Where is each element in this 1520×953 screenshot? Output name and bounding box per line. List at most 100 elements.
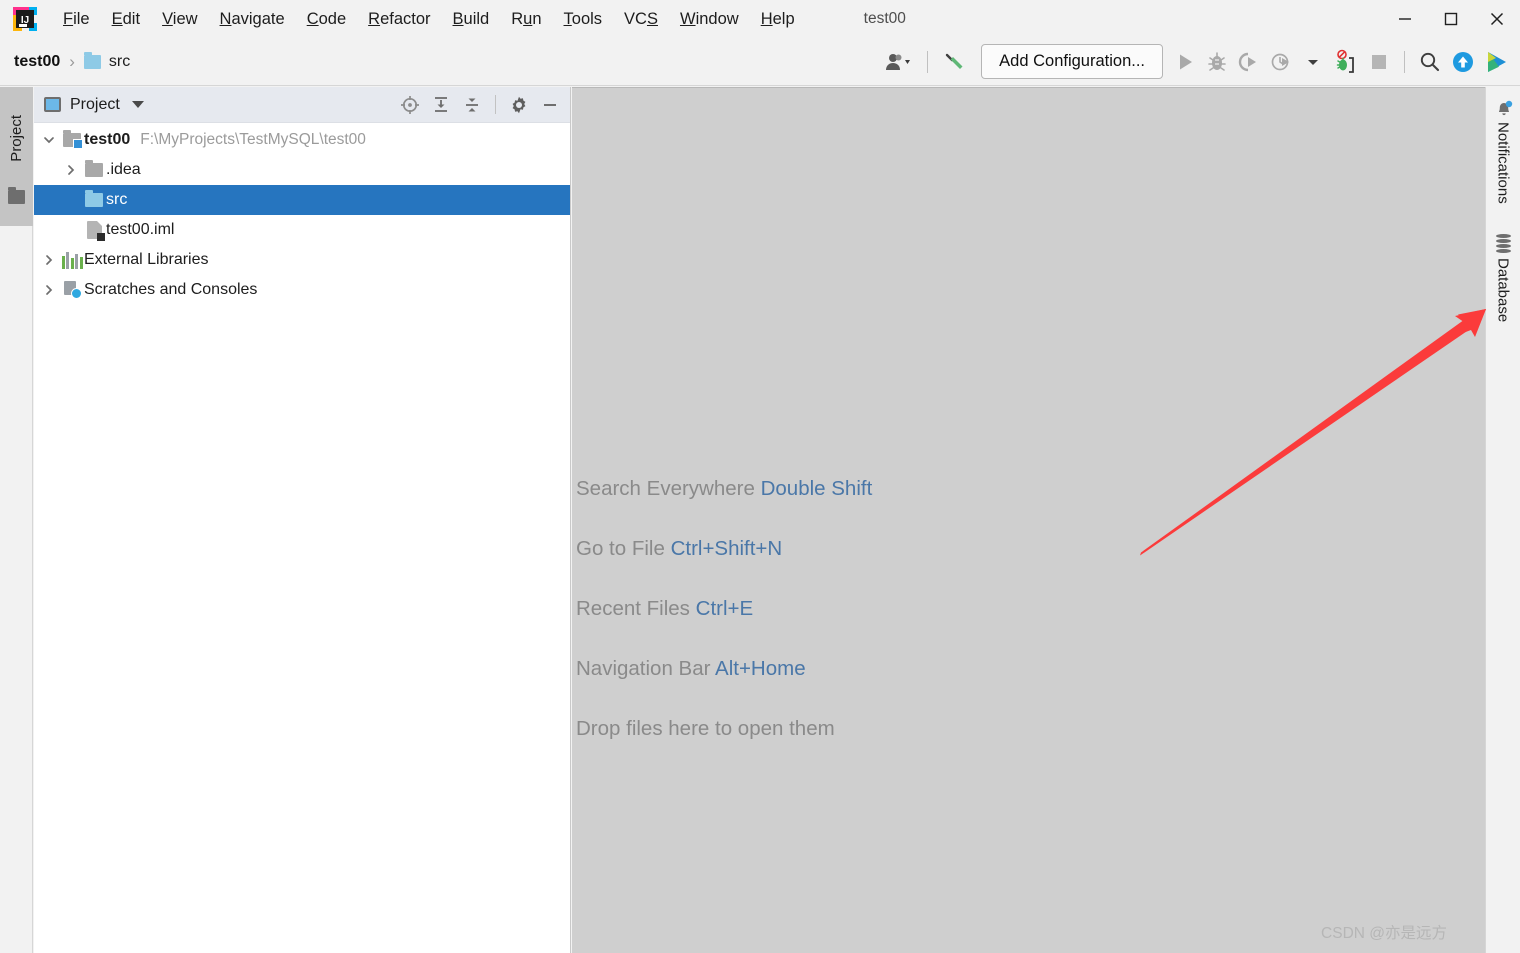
- sidebar-tab-folder[interactable]: [0, 188, 33, 226]
- breadcrumb-current[interactable]: src: [109, 53, 130, 71]
- select-opened-file-icon[interactable]: [396, 91, 424, 119]
- iml-file-icon: [82, 221, 106, 239]
- menu-help[interactable]: Help: [750, 7, 806, 31]
- folder-source-root-icon: [82, 193, 106, 207]
- sidebar-tab-project-label: Project: [8, 113, 25, 162]
- chevron-down-icon[interactable]: [38, 125, 60, 155]
- hide-panel-icon[interactable]: [536, 91, 564, 119]
- attach-debugger-icon[interactable]: [1329, 44, 1363, 80]
- add-configuration-button[interactable]: Add Configuration...: [981, 44, 1163, 79]
- hint-recent-files: Recent Files Ctrl+E: [576, 597, 1276, 621]
- hint-shortcut: Alt+Home: [715, 657, 806, 680]
- menu-build[interactable]: Build: [442, 7, 501, 31]
- sidebar-tab-notifications[interactable]: Notifications: [1486, 87, 1520, 204]
- toolbar-actions: Add Configuration...: [880, 38, 1520, 86]
- project-tool-window: Project: [34, 87, 571, 953]
- hint-text: Drop files here to open them: [576, 717, 835, 740]
- window-controls: [1382, 0, 1520, 38]
- window-title: test00: [864, 10, 906, 28]
- tree-label: Scratches and Consoles: [84, 281, 257, 299]
- tree-row-idea[interactable]: .idea: [34, 155, 570, 185]
- search-icon[interactable]: [1414, 44, 1446, 80]
- menu-edit[interactable]: Edit: [101, 7, 151, 31]
- tree-row-src[interactable]: src: [34, 185, 570, 215]
- database-icon: [1496, 234, 1511, 253]
- libraries-icon: [60, 252, 84, 269]
- tree-row-scratches-and-consoles[interactable]: Scratches and Consoles: [34, 275, 570, 305]
- ide-feature-icon[interactable]: [1480, 44, 1514, 80]
- sidebar-tab-database[interactable]: Database: [1486, 204, 1520, 322]
- menu-code[interactable]: Code: [296, 7, 357, 31]
- debug-icon[interactable]: [1201, 44, 1233, 80]
- hint-shortcut: Ctrl+Shift+N: [671, 537, 783, 560]
- chevron-down-icon[interactable]: [1297, 44, 1329, 80]
- module-folder-icon: [60, 133, 84, 147]
- menu-vcs[interactable]: VCS: [613, 7, 669, 31]
- tree-row-external-libraries[interactable]: External Libraries: [34, 245, 570, 275]
- navigation-toolbar: test00 › src Add Configurat: [0, 38, 1520, 86]
- breadcrumb-separator: ›: [69, 52, 75, 72]
- project-panel-actions: [396, 91, 564, 119]
- hint-drop-files: Drop files here to open them: [576, 717, 1276, 741]
- hint-text: Search Everywhere: [576, 477, 761, 500]
- right-tool-strip: Notifications Database: [1485, 87, 1520, 953]
- toolbar-divider-2: [1404, 51, 1405, 73]
- editor-hint-list: Search Everywhere Double Shift Go to Fil…: [576, 477, 1276, 741]
- tree-label: External Libraries: [84, 251, 209, 269]
- project-panel-title: Project: [70, 96, 120, 114]
- panel-action-divider: [495, 95, 496, 114]
- tree-label: src: [106, 191, 127, 209]
- bell-icon: [1495, 99, 1512, 117]
- menu-navigate[interactable]: Navigate: [209, 7, 296, 31]
- sidebar-tab-notifications-label: Notifications: [1495, 122, 1512, 204]
- hint-text: Recent Files: [576, 597, 696, 620]
- scratches-icon: [60, 281, 84, 299]
- editor-empty-area[interactable]: Search Everywhere Double Shift Go to Fil…: [572, 87, 1485, 953]
- chevron-right-icon[interactable]: [38, 245, 60, 275]
- hint-navigation-bar: Navigation Bar Alt+Home: [576, 657, 1276, 681]
- main-menu: File Edit View Navigate Code Refactor Bu…: [52, 7, 806, 31]
- menu-view[interactable]: View: [151, 7, 208, 31]
- hint-search-everywhere: Search Everywhere Double Shift: [576, 477, 1276, 501]
- chevron-right-icon[interactable]: [38, 275, 60, 305]
- collapse-all-icon[interactable]: [458, 91, 486, 119]
- title-bar: IJ File Edit View Navigate Code Refactor…: [0, 0, 1520, 38]
- tree-no-chevron: [60, 185, 82, 215]
- tree-project-path: F:\MyProjects\TestMySQL\test00: [140, 131, 366, 149]
- menu-tools[interactable]: Tools: [553, 7, 614, 31]
- menu-file[interactable]: File: [52, 7, 101, 31]
- breadcrumb-project[interactable]: test00: [14, 53, 60, 71]
- tree-row-test00-iml[interactable]: test00.iml: [34, 215, 570, 245]
- project-panel-header: Project: [34, 87, 570, 123]
- tree-label: test00.iml: [106, 221, 174, 239]
- build-hammer-icon[interactable]: [937, 44, 971, 80]
- hint-text: Navigation Bar: [576, 657, 715, 680]
- menu-refactor[interactable]: Refactor: [357, 7, 441, 31]
- run-with-coverage-icon[interactable]: [1233, 44, 1265, 80]
- profile-icon[interactable]: [1265, 44, 1297, 80]
- tree-no-chevron: [60, 215, 82, 245]
- user-account-icon[interactable]: [880, 44, 918, 80]
- tree-row-test00[interactable]: test00 F:\MyProjects\TestMySQL\test00: [34, 125, 570, 155]
- close-icon[interactable]: [1474, 0, 1520, 38]
- menu-run[interactable]: Run: [500, 7, 552, 31]
- folder-icon: [8, 190, 25, 204]
- chevron-right-icon[interactable]: [60, 155, 82, 185]
- sidebar-tab-project[interactable]: Project: [0, 87, 33, 188]
- settings-gear-icon[interactable]: [505, 91, 533, 119]
- run-icon[interactable]: [1169, 44, 1201, 80]
- minimize-icon[interactable]: [1382, 0, 1428, 38]
- hint-go-to-file: Go to File Ctrl+Shift+N: [576, 537, 1276, 561]
- hint-text: Go to File: [576, 537, 671, 560]
- folder-icon: [84, 55, 101, 69]
- menu-window[interactable]: Window: [669, 7, 750, 31]
- maximize-icon[interactable]: [1428, 0, 1474, 38]
- update-project-icon[interactable]: [1446, 44, 1480, 80]
- watermark: CSDN @亦是远方: [1321, 921, 1447, 943]
- stop-icon[interactable]: [1363, 44, 1395, 80]
- sidebar-tab-database-label: Database: [1495, 258, 1512, 322]
- expand-all-icon[interactable]: [427, 91, 455, 119]
- chevron-down-icon[interactable]: [132, 101, 144, 108]
- tree-label: .idea: [106, 161, 141, 179]
- project-view-icon: [44, 97, 61, 112]
